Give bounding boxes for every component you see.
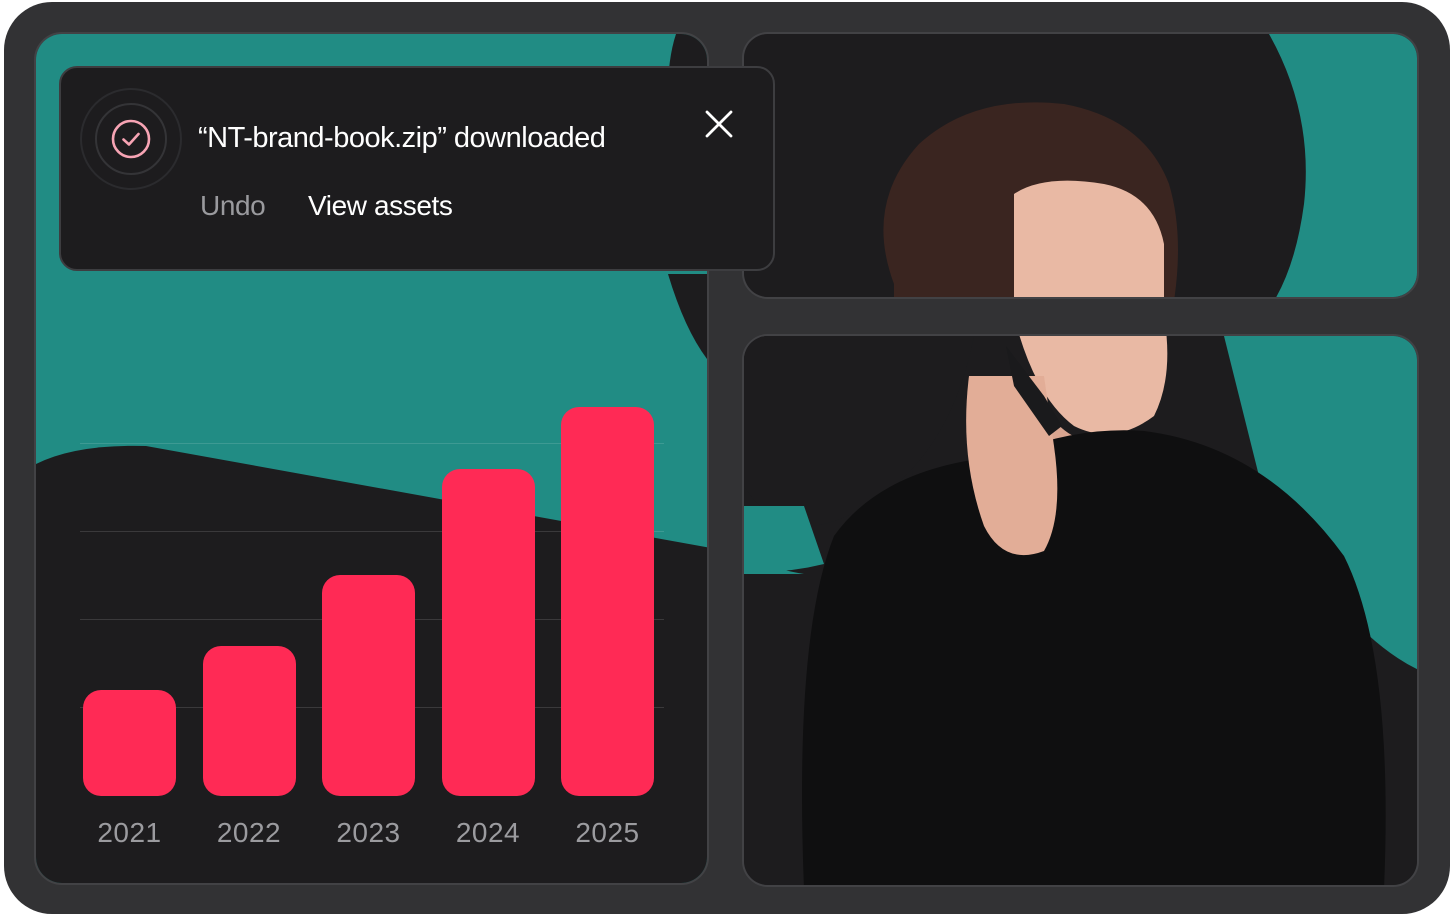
x-tick-label-2023: 2023 bbox=[336, 817, 401, 848]
x-tick-label-2022: 2022 bbox=[216, 817, 282, 848]
person-on-phone-icon bbox=[883, 102, 1178, 297]
check-circle-icon bbox=[111, 119, 151, 159]
x-tick-label-2025: 2025 bbox=[575, 817, 640, 848]
person-body-icon bbox=[802, 336, 1386, 885]
bar-2025 bbox=[561, 407, 654, 796]
photo-panel-top bbox=[742, 32, 1419, 299]
bar-2023 bbox=[322, 574, 415, 796]
bar-2022 bbox=[202, 645, 296, 796]
bar-2021 bbox=[83, 689, 176, 796]
x-tick-label-2021: 2021 bbox=[97, 817, 162, 848]
download-notification: “NT-brand-book.zip” downloaded Undo View… bbox=[59, 66, 775, 271]
status-icon-ring-inner bbox=[95, 103, 167, 175]
bar-2024 bbox=[441, 468, 535, 796]
photo-panel-bottom bbox=[742, 334, 1419, 887]
notification-title: “NT-brand-book.zip” downloaded bbox=[198, 122, 606, 154]
close-button[interactable] bbox=[697, 102, 741, 146]
view-assets-button[interactable]: View assets bbox=[308, 190, 453, 222]
undo-button[interactable]: Undo bbox=[200, 190, 266, 222]
status-icon-ring bbox=[80, 88, 182, 190]
close-icon bbox=[705, 110, 733, 138]
x-tick-label-2024: 2024 bbox=[455, 817, 521, 848]
